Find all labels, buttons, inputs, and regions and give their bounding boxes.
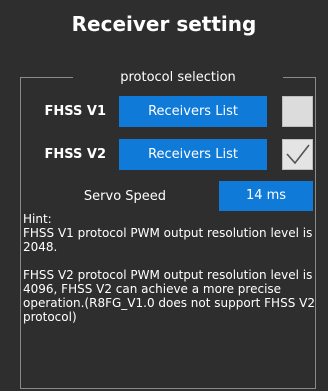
hint-paragraph-2: FHSS V2 protocol PWM output resolution l… xyxy=(23,268,315,324)
checkmark-icon xyxy=(286,144,310,165)
hint-text-block: Hint: FHSS V1 protocol PWM output resolu… xyxy=(23,212,319,324)
page-title: Receiver setting xyxy=(71,12,257,36)
fhss-v2-label: FHSS V2 xyxy=(44,147,106,162)
protocol-group-legend: protocol selection xyxy=(73,69,283,87)
servo-speed-value-button[interactable]: 14 ms xyxy=(219,181,313,211)
servo-speed-label: Servo Speed xyxy=(83,189,167,204)
fhss-v1-label: FHSS V1 xyxy=(44,104,106,119)
fhss-v2-receivers-list-button[interactable]: Receivers List xyxy=(119,139,267,170)
fhss-v2-checkbox[interactable] xyxy=(282,139,313,170)
fhss-v1-receivers-list-button[interactable]: Receivers List xyxy=(119,96,267,127)
hint-paragraph-1: FHSS V1 protocol PWM output resolution l… xyxy=(23,226,313,254)
fhss-v1-checkbox[interactable] xyxy=(282,96,313,127)
hint-heading: Hint: xyxy=(23,212,52,226)
